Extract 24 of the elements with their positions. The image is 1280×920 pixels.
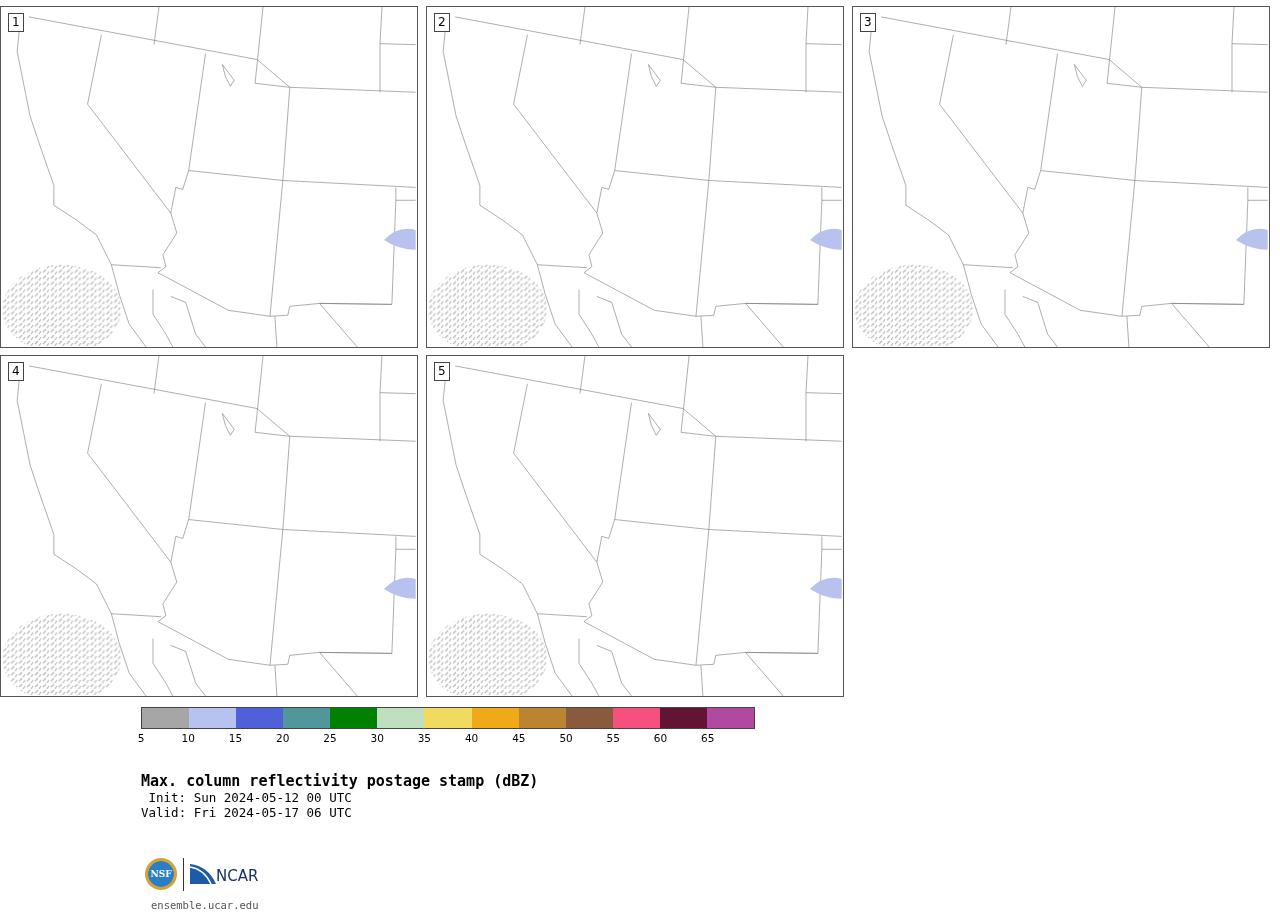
tick-label: 65	[701, 732, 715, 744]
init-time: Init: Sun 2024-05-12 00 UTC	[147, 790, 353, 805]
tick-label: 20	[276, 732, 290, 744]
panel-number: 1	[8, 13, 24, 32]
website-url: ensemble.ucar.edu	[151, 899, 260, 911]
panel-number: 2	[434, 13, 450, 32]
nsf-logo: NSF	[145, 858, 177, 890]
tick-label: 40	[464, 732, 479, 744]
tick-label: 35	[417, 732, 432, 744]
tick-label: 15	[228, 732, 243, 744]
tick-label: 5	[137, 732, 145, 744]
chart-title: Max. column reflectivity postage stamp (dBZ)	[141, 772, 540, 790]
panel-number: 3	[860, 13, 876, 32]
tick-label: 10	[181, 732, 195, 744]
tick-label: 60	[653, 732, 668, 744]
tick-label: 55	[606, 732, 620, 744]
ncar-logo: NCAR	[190, 864, 259, 884]
tick-label: 50	[559, 732, 573, 744]
panel-number: 4	[8, 362, 24, 381]
panel-number: 5	[434, 362, 450, 381]
tick-label: 45	[512, 732, 526, 744]
tick-label: 25	[323, 732, 337, 744]
valid-time: Valid: Fri 2024-05-17 06 UTC	[141, 805, 353, 820]
tick-label: 30	[370, 732, 384, 744]
